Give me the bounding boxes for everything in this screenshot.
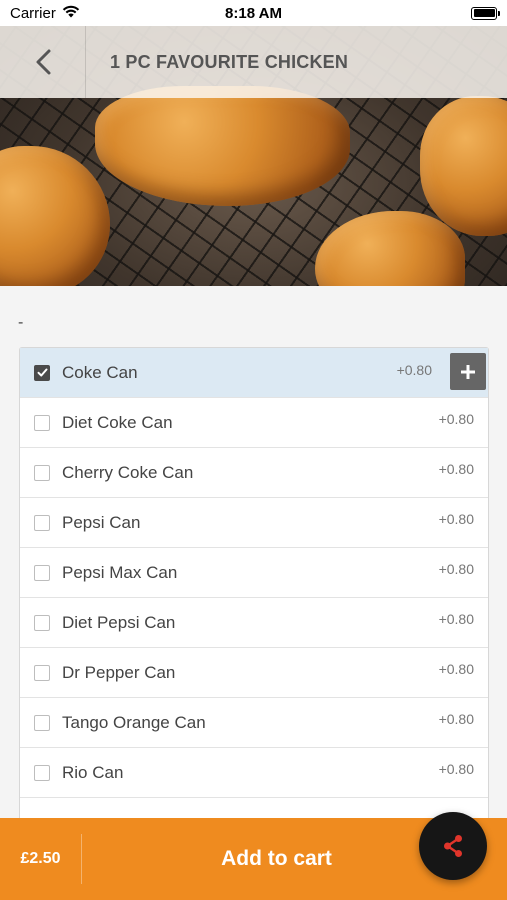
option-label: Rio Can <box>62 762 124 782</box>
option-checkbox[interactable] <box>34 414 50 431</box>
battery-icon <box>471 6 500 20</box>
option-row[interactable]: Diet Coke Can +0.80 <box>20 398 488 448</box>
option-checkbox[interactable] <box>34 464 50 481</box>
option-label: Pepsi Can <box>62 512 141 532</box>
option-label: Cherry Coke Can <box>62 462 194 482</box>
option-checkbox[interactable] <box>34 764 50 781</box>
option-label: Diet Pepsi Can <box>62 612 176 632</box>
option-checkbox[interactable] <box>34 514 50 531</box>
option-price: +0.80 <box>438 661 474 677</box>
share-icon <box>444 835 462 857</box>
option-row[interactable]: Pepsi Can +0.80 <box>20 498 488 548</box>
status-left: Carrier <box>10 5 80 22</box>
option-price: +0.80 <box>396 362 432 378</box>
option-price: +0.80 <box>438 461 474 477</box>
option-group-label: - <box>18 314 24 331</box>
option-checkbox[interactable] <box>34 714 50 731</box>
option-checkbox[interactable] <box>34 614 50 631</box>
option-label: Dr Pepper Can <box>62 662 176 682</box>
option-row[interactable]: Dr Pepper Can +0.80 <box>20 648 488 698</box>
option-label: Coke Can <box>62 362 138 382</box>
status-bar: Carrier 8:18 AM <box>0 0 507 26</box>
option-label: Pepsi Max Can <box>62 562 178 582</box>
chevron-left-icon <box>36 49 50 75</box>
options-content: - Coke Can +0.80 Diet Coke Can +0.80 Cherry … <box>0 286 507 818</box>
option-row[interactable]: Pepsi Max Can +0.80 <box>20 548 488 598</box>
options-list: Coke Can +0.80 Diet Coke Can +0.80 Cherry Co… <box>19 347 489 818</box>
total-price: £2.50 <box>0 834 82 884</box>
page-title: 1 PC FAVOURITE CHICKEN <box>110 51 349 72</box>
option-price: +0.80 <box>438 511 474 527</box>
option-label: Diet Coke Can <box>62 412 173 432</box>
option-label: Tango Orange Can <box>62 712 206 732</box>
option-row[interactable]: Diet Pepsi Can +0.80 <box>20 598 488 648</box>
quantity-plus-button[interactable] <box>450 353 486 390</box>
option-price: +0.80 <box>438 561 474 577</box>
checkmark-icon <box>37 368 47 377</box>
back-button[interactable] <box>0 26 86 98</box>
option-checkbox[interactable] <box>34 664 50 681</box>
wifi-icon <box>62 5 80 22</box>
option-checkbox[interactable] <box>34 364 50 381</box>
option-row[interactable]: Coke Can +0.80 <box>20 348 488 398</box>
plus-icon <box>461 364 475 379</box>
share-button[interactable] <box>419 812 487 880</box>
option-row[interactable]: Rio Can +0.80 <box>20 748 488 798</box>
option-row[interactable]: Cherry Coke Can +0.80 <box>20 448 488 498</box>
carrier-label: Carrier <box>10 4 56 22</box>
nav-header: 1 PC FAVOURITE CHICKEN <box>0 26 507 98</box>
option-row[interactable] <box>20 798 488 818</box>
option-price: +0.80 <box>438 711 474 727</box>
option-price: +0.80 <box>438 611 474 627</box>
option-row[interactable]: Tango Orange Can +0.80 <box>20 698 488 748</box>
option-price: +0.80 <box>438 761 474 777</box>
option-checkbox[interactable] <box>34 564 50 581</box>
option-price: +0.80 <box>438 411 474 427</box>
